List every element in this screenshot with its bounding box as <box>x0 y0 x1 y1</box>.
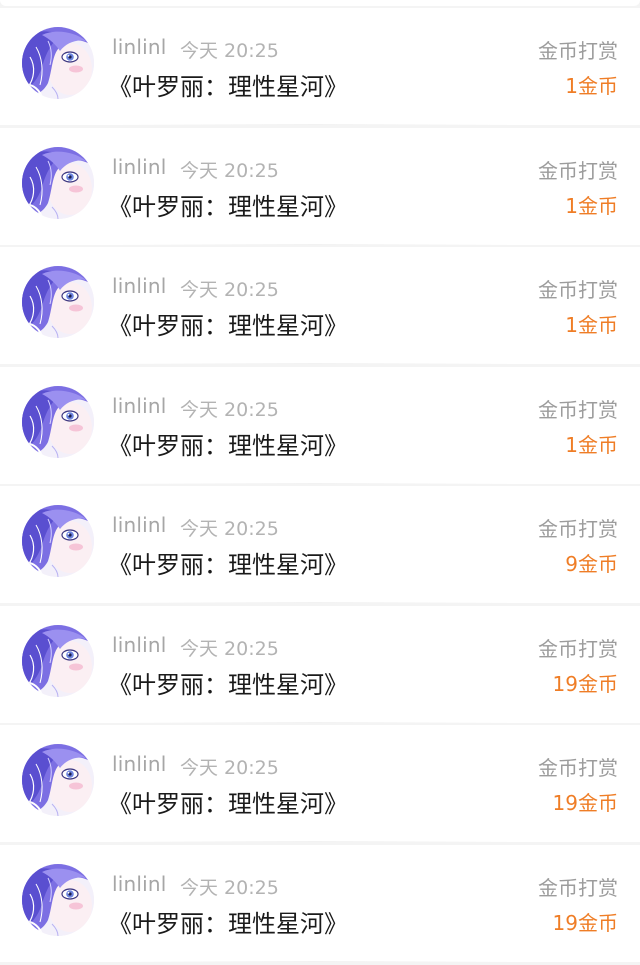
username[interactable]: linlinl <box>112 394 167 418</box>
anime-character-avatar-icon <box>22 385 94 458</box>
row-divider <box>115 960 515 962</box>
timestamp: 今天 20:25 <box>180 398 279 421</box>
reward-type: 金币打赏 <box>538 636 618 661</box>
reward-amount: 19金币 <box>552 910 618 935</box>
reward-type: 金币打赏 <box>538 397 618 422</box>
user-avatar[interactable] <box>22 385 94 458</box>
reward-record-row[interactable]: linlinl 今天 20:25 《叶罗丽：理性星河》 金币打赏 1金币 <box>0 8 640 125</box>
username[interactable]: linlinl <box>112 35 167 59</box>
user-avatar[interactable] <box>22 744 94 816</box>
user-avatar[interactable] <box>22 505 94 577</box>
row-divider <box>115 124 515 125</box>
row-divider <box>115 721 515 723</box>
reward-record-row[interactable]: linlinl 今天 20:25 《叶罗丽：理性星河》 金币打赏 1金币 <box>0 247 640 364</box>
reward-type: 金币打赏 <box>538 39 618 63</box>
row-divider <box>115 363 515 364</box>
reward-amount: 1金币 <box>565 432 618 457</box>
timestamp: 今天 20:25 <box>180 518 279 540</box>
work-title[interactable]: 《叶罗丽：理性星河》 <box>108 665 348 700</box>
anime-character-avatar-icon <box>22 744 94 816</box>
timestamp: 今天 20:25 <box>180 159 279 182</box>
work-title[interactable]: 《叶罗丽：理性星河》 <box>108 784 348 819</box>
reward-amount: 1金币 <box>565 313 618 337</box>
previous-card-edge <box>0 0 640 6</box>
reward-amount: 1金币 <box>565 74 618 98</box>
reward-amount: 1金币 <box>565 193 618 218</box>
anime-character-avatar-icon <box>22 27 94 99</box>
work-title[interactable]: 《叶罗丽：理性星河》 <box>108 67 348 102</box>
row-divider <box>115 602 515 603</box>
username[interactable]: linlinl <box>112 872 167 896</box>
timestamp: 今天 20:25 <box>180 40 279 62</box>
timestamp: 今天 20:25 <box>180 876 279 899</box>
reward-type: 金币打赏 <box>538 517 618 541</box>
reward-amount: 19金币 <box>552 671 618 696</box>
work-title[interactable]: 《叶罗丽：理性星河》 <box>108 306 348 341</box>
anime-character-avatar-icon <box>22 505 94 577</box>
reward-record-row[interactable]: linlinl 今天 20:25 《叶罗丽：理性星河》 金币打赏 19金币 <box>0 605 640 723</box>
username[interactable]: linlinl <box>112 513 167 537</box>
reward-type: 金币打赏 <box>538 875 618 900</box>
work-title[interactable]: 《叶罗丽：理性星河》 <box>108 426 348 461</box>
user-avatar[interactable] <box>22 146 94 219</box>
reward-type: 金币打赏 <box>538 158 618 183</box>
user-avatar[interactable] <box>22 27 94 99</box>
username[interactable]: linlinl <box>112 752 167 776</box>
reward-type: 金币打赏 <box>538 278 618 302</box>
username[interactable]: linlinl <box>112 633 167 657</box>
work-title[interactable]: 《叶罗丽：理性星河》 <box>108 187 348 222</box>
anime-character-avatar-icon <box>22 146 94 219</box>
username[interactable]: linlinl <box>112 155 167 179</box>
anime-character-avatar-icon <box>22 863 94 936</box>
user-avatar[interactable] <box>22 266 94 338</box>
timestamp: 今天 20:25 <box>180 637 279 660</box>
timestamp: 今天 20:25 <box>180 279 279 301</box>
reward-amount: 9金币 <box>565 552 618 576</box>
reward-record-row[interactable]: linlinl 今天 20:25 《叶罗丽：理性星河》 金币打赏 1金币 <box>0 366 640 484</box>
work-title[interactable]: 《叶罗丽：理性星河》 <box>108 545 348 580</box>
user-avatar[interactable] <box>22 863 94 936</box>
anime-character-avatar-icon <box>22 624 94 697</box>
reward-amount: 19金币 <box>552 791 618 815</box>
username[interactable]: linlinl <box>112 274 167 298</box>
reward-record-list: linlinl 今天 20:25 《叶罗丽：理性星河》 金币打赏 1金币 lin… <box>0 8 640 962</box>
row-divider <box>115 482 515 484</box>
row-divider <box>115 841 515 842</box>
reward-record-row[interactable]: linlinl 今天 20:25 《叶罗丽：理性星河》 金币打赏 19金币 <box>0 725 640 842</box>
anime-character-avatar-icon <box>22 266 94 338</box>
user-avatar[interactable] <box>22 624 94 697</box>
reward-type: 金币打赏 <box>538 756 618 780</box>
reward-record-row[interactable]: linlinl 今天 20:25 《叶罗丽：理性星河》 金币打赏 1金币 <box>0 127 640 245</box>
timestamp: 今天 20:25 <box>180 757 279 779</box>
reward-record-row[interactable]: linlinl 今天 20:25 《叶罗丽：理性星河》 金币打赏 19金币 <box>0 844 640 962</box>
reward-record-row[interactable]: linlinl 今天 20:25 《叶罗丽：理性星河》 金币打赏 9金币 <box>0 486 640 603</box>
work-title[interactable]: 《叶罗丽：理性星河》 <box>108 904 348 939</box>
row-divider <box>115 243 515 245</box>
